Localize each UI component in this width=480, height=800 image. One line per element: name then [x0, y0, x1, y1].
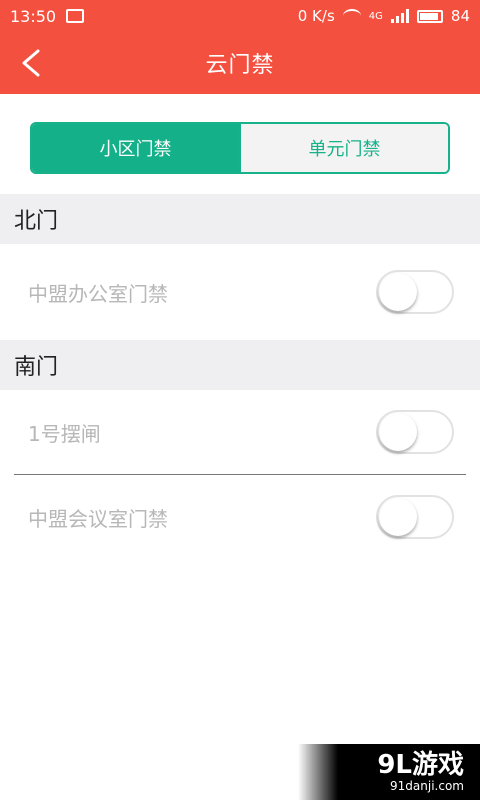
battery-level: 84 [450, 7, 470, 25]
chevron-left-icon[interactable] [18, 48, 48, 78]
list-item: 中盟会议室门禁 [0, 475, 480, 559]
door-toggle[interactable] [376, 495, 454, 539]
list-item: 中盟办公室门禁 [0, 244, 480, 340]
segmented-tabs: 小区门禁 单元门禁 [30, 122, 450, 174]
watermark-brand: 9L游戏 [377, 750, 464, 780]
watermark-logo: 9L游戏 91danji.com [298, 744, 480, 800]
section-header-north-gate: 北门 [0, 194, 480, 244]
watermark-url: 91danji.com [390, 779, 464, 793]
door-label: 中盟会议室门禁 [28, 506, 168, 531]
door-toggle[interactable] [376, 410, 454, 454]
status-bar: 13:50 0 K/s 4G 84 [0, 0, 480, 32]
section-header-south-gate: 南门 [0, 340, 480, 390]
signal-icon [390, 9, 409, 23]
navigation-bar: 云门禁 [0, 32, 480, 94]
door-label: 1号摆闸 [28, 421, 101, 446]
toggle-knob [379, 413, 417, 451]
status-time: 13:50 [10, 6, 57, 26]
wifi-icon [342, 9, 361, 23]
network-type: 4G [368, 10, 383, 22]
toggle-knob [379, 498, 417, 536]
page-title: 云门禁 [205, 53, 275, 78]
tab-unit-access[interactable]: 单元门禁 [239, 124, 448, 172]
toggle-knob [379, 273, 417, 311]
list-item: 1号摆闸 [0, 390, 480, 474]
door-label: 中盟办公室门禁 [28, 281, 168, 306]
image-notification-icon [66, 9, 85, 23]
battery-icon [416, 9, 443, 23]
door-toggle[interactable] [376, 270, 454, 314]
data-speed: 0 K/s [297, 7, 335, 25]
tab-container: 小区门禁 单元门禁 [0, 94, 480, 174]
tab-community-access[interactable]: 小区门禁 [32, 124, 239, 172]
